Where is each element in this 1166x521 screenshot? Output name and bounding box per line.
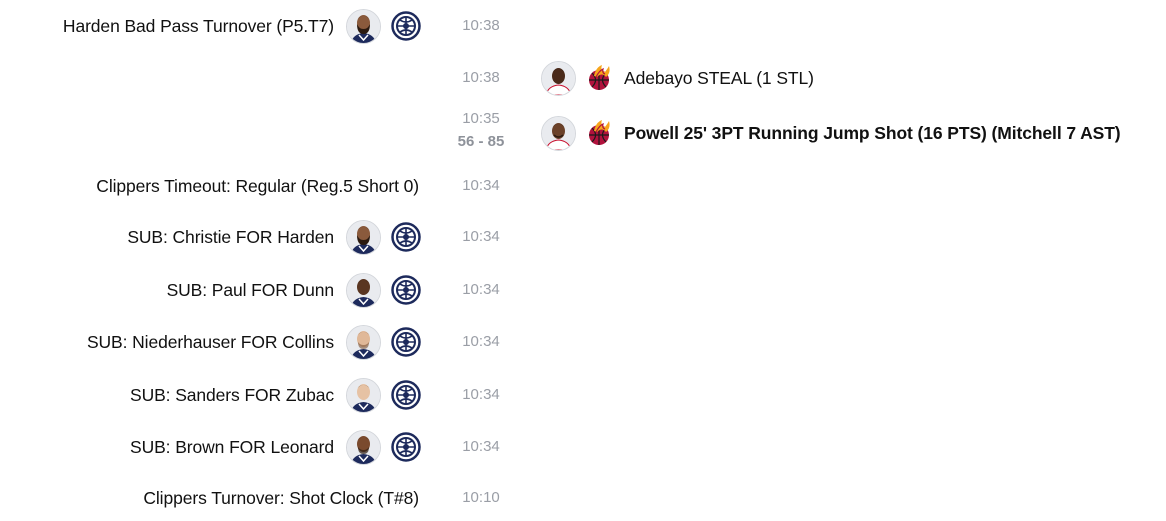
heat-logo-icon	[584, 118, 614, 148]
event-description: SUB: Niederhauser FOR Collins	[86, 331, 334, 352]
clippers-logo-icon	[391, 380, 421, 410]
player-headshot-powell[interactable]	[541, 115, 576, 151]
game-clock: 10:34	[441, 272, 521, 308]
clock-value: 10:34	[462, 281, 500, 298]
game-clock: 10:34	[441, 429, 521, 465]
home-event: Harden Bad Pass Turnover (P5.T7)	[63, 8, 421, 44]
away-event: Powell 25' 3PT Running Jump Shot (16 PTS…	[541, 115, 1121, 151]
home-event: SUB: Paul FOR Dunn	[167, 272, 421, 308]
game-clock: 10:35 56 - 85	[441, 110, 521, 150]
home-event: SUB: Christie FOR Harden	[127, 219, 421, 255]
player-headshot-zubac[interactable]	[346, 377, 381, 413]
game-clock: 10:34	[441, 168, 521, 204]
game-clock: 10:38	[441, 8, 521, 44]
game-clock: 10:10	[441, 480, 521, 516]
away-event: Adebayo STEAL (1 STL)	[541, 60, 814, 96]
event-description: SUB: Brown FOR Leonard	[130, 436, 334, 457]
event-description: Adebayo STEAL (1 STL)	[624, 67, 814, 88]
home-event: SUB: Niederhauser FOR Collins	[87, 324, 421, 360]
clippers-logo-icon	[391, 327, 421, 357]
play-by-play-feed: Harden Bad Pass Turnover (P5.T7) 10:38 1…	[0, 0, 1166, 521]
clock-value: 10:34	[462, 386, 500, 403]
clock-value: 10:10	[462, 489, 500, 506]
clippers-logo-icon	[391, 11, 421, 41]
event-description: SUB: Paul FOR Dunn	[166, 279, 335, 300]
home-event: Clippers Turnover: Shot Clock (T#8)	[143, 480, 421, 516]
clock-value: 10:35	[462, 110, 500, 127]
clock-value: 10:34	[462, 228, 500, 245]
event-description: Harden Bad Pass Turnover (P5.T7)	[62, 15, 334, 36]
player-headshot-harden[interactable]	[346, 219, 381, 255]
home-event: SUB: Brown FOR Leonard	[130, 429, 421, 465]
player-headshot-adebayo[interactable]	[541, 60, 576, 96]
player-headshot-collins[interactable]	[346, 324, 381, 360]
player-headshot-harden[interactable]	[346, 8, 381, 44]
event-description: Clippers Turnover: Shot Clock (T#8)	[143, 487, 419, 508]
score-value: 56 - 85	[457, 133, 505, 150]
clippers-logo-icon	[391, 275, 421, 305]
heat-logo-icon	[584, 63, 614, 93]
game-clock: 10:34	[441, 324, 521, 360]
clock-value: 10:34	[462, 438, 500, 455]
event-description: SUB: Christie FOR Harden	[127, 226, 334, 247]
game-clock: 10:34	[441, 377, 521, 413]
clock-value: 10:38	[462, 69, 500, 86]
game-clock: 10:38	[441, 60, 521, 96]
clock-value: 10:34	[462, 333, 500, 350]
player-headshot-dunn[interactable]	[346, 272, 381, 308]
event-description: SUB: Sanders FOR Zubac	[130, 384, 334, 405]
home-event: SUB: Sanders FOR Zubac	[130, 377, 421, 413]
clock-value: 10:38	[462, 17, 500, 34]
event-description: Powell 25' 3PT Running Jump Shot (16 PTS…	[624, 122, 1121, 143]
home-event: Clippers Timeout: Regular (Reg.5 Short 0…	[96, 168, 421, 204]
clippers-logo-icon	[391, 222, 421, 252]
player-headshot-leonard[interactable]	[346, 429, 381, 465]
clock-value: 10:34	[462, 177, 500, 194]
clippers-logo-icon	[391, 432, 421, 462]
event-description: Clippers Timeout: Regular (Reg.5 Short 0…	[96, 175, 419, 196]
game-clock: 10:34	[441, 219, 521, 255]
